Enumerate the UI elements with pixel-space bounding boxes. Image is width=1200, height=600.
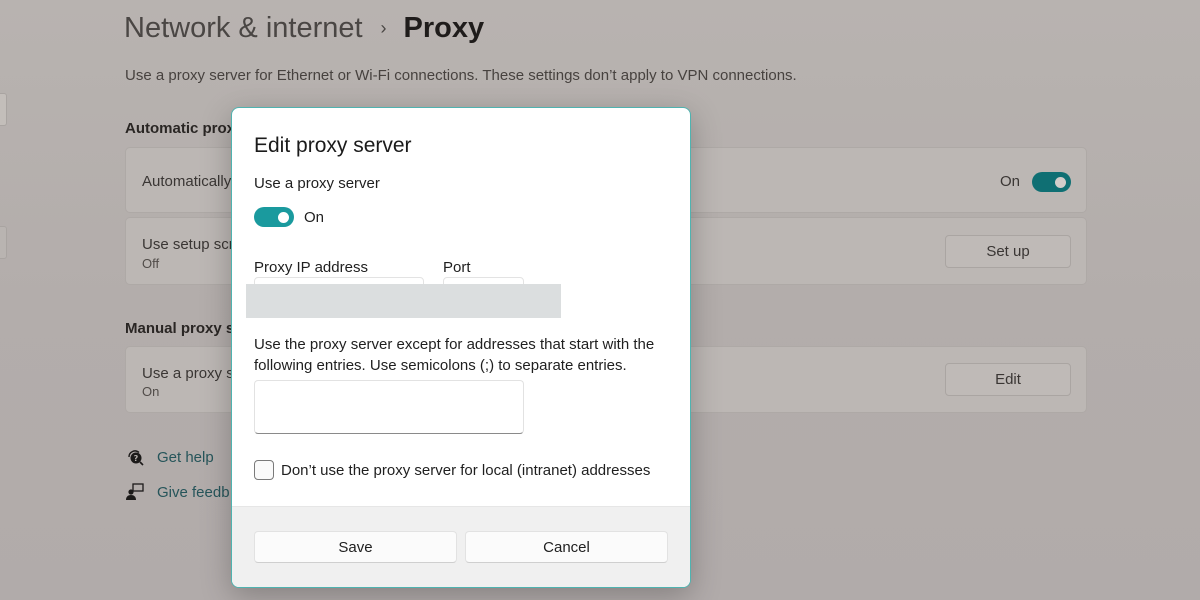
edit-button[interactable]: Edit: [945, 363, 1071, 396]
section-title-manual: Manual proxy s: [125, 320, 235, 337]
local-addresses-checkbox[interactable]: [254, 460, 274, 480]
use-proxy-state: On: [304, 209, 325, 226]
manual-proxy-title: Use a proxy s: [142, 365, 234, 382]
use-proxy-label: Use a proxy server: [254, 175, 380, 192]
local-addresses-label: Don’t use the proxy server for local (in…: [281, 461, 651, 479]
breadcrumb-parent[interactable]: Network & internet: [124, 12, 363, 45]
nav-pane-edge: [0, 226, 7, 259]
dialog-footer: Save Cancel: [232, 506, 690, 587]
feedback-icon: [125, 483, 145, 501]
redaction-overlay: [246, 284, 561, 318]
cancel-button[interactable]: Cancel: [465, 531, 668, 563]
get-help-label: Get help: [157, 448, 214, 466]
page-description: Use a proxy server for Ethernet or Wi-Fi…: [125, 67, 797, 84]
edit-proxy-dialog: Edit proxy server Use a proxy server On …: [231, 107, 691, 588]
get-help-link[interactable]: ? Get help: [125, 448, 214, 466]
save-button[interactable]: Save: [254, 531, 457, 563]
setup-button[interactable]: Set up: [945, 235, 1071, 268]
svg-text:?: ?: [134, 454, 139, 463]
page-title: Proxy: [403, 12, 485, 44]
breadcrumb: Network & internet › Proxy: [124, 12, 484, 45]
local-addresses-option[interactable]: Don’t use the proxy server for local (in…: [254, 460, 650, 480]
setup-script-title: Use setup scr: [142, 236, 234, 253]
proxy-ip-label: Proxy IP address: [254, 259, 368, 276]
dialog-title: Edit proxy server: [254, 134, 412, 157]
nav-pane-edge: [0, 93, 7, 126]
give-feedback-label: Give feedb: [157, 483, 230, 501]
section-title-automatic: Automatic prox: [125, 120, 236, 137]
auto-detect-toggle[interactable]: [1032, 172, 1071, 192]
auto-detect-title: Automatically: [142, 173, 232, 190]
help-icon: ?: [125, 448, 145, 466]
setup-script-status: Off: [142, 256, 160, 271]
exceptions-input[interactable]: [254, 380, 524, 434]
port-label: Port: [443, 259, 471, 276]
chevron-right-icon: ›: [380, 18, 387, 38]
use-proxy-toggle[interactable]: [254, 207, 294, 227]
auto-detect-state: On: [999, 173, 1020, 190]
exceptions-description: Use the proxy server except for addresse…: [254, 336, 655, 374]
manual-proxy-status: On: [142, 384, 160, 399]
give-feedback-link[interactable]: Give feedb: [125, 483, 230, 501]
